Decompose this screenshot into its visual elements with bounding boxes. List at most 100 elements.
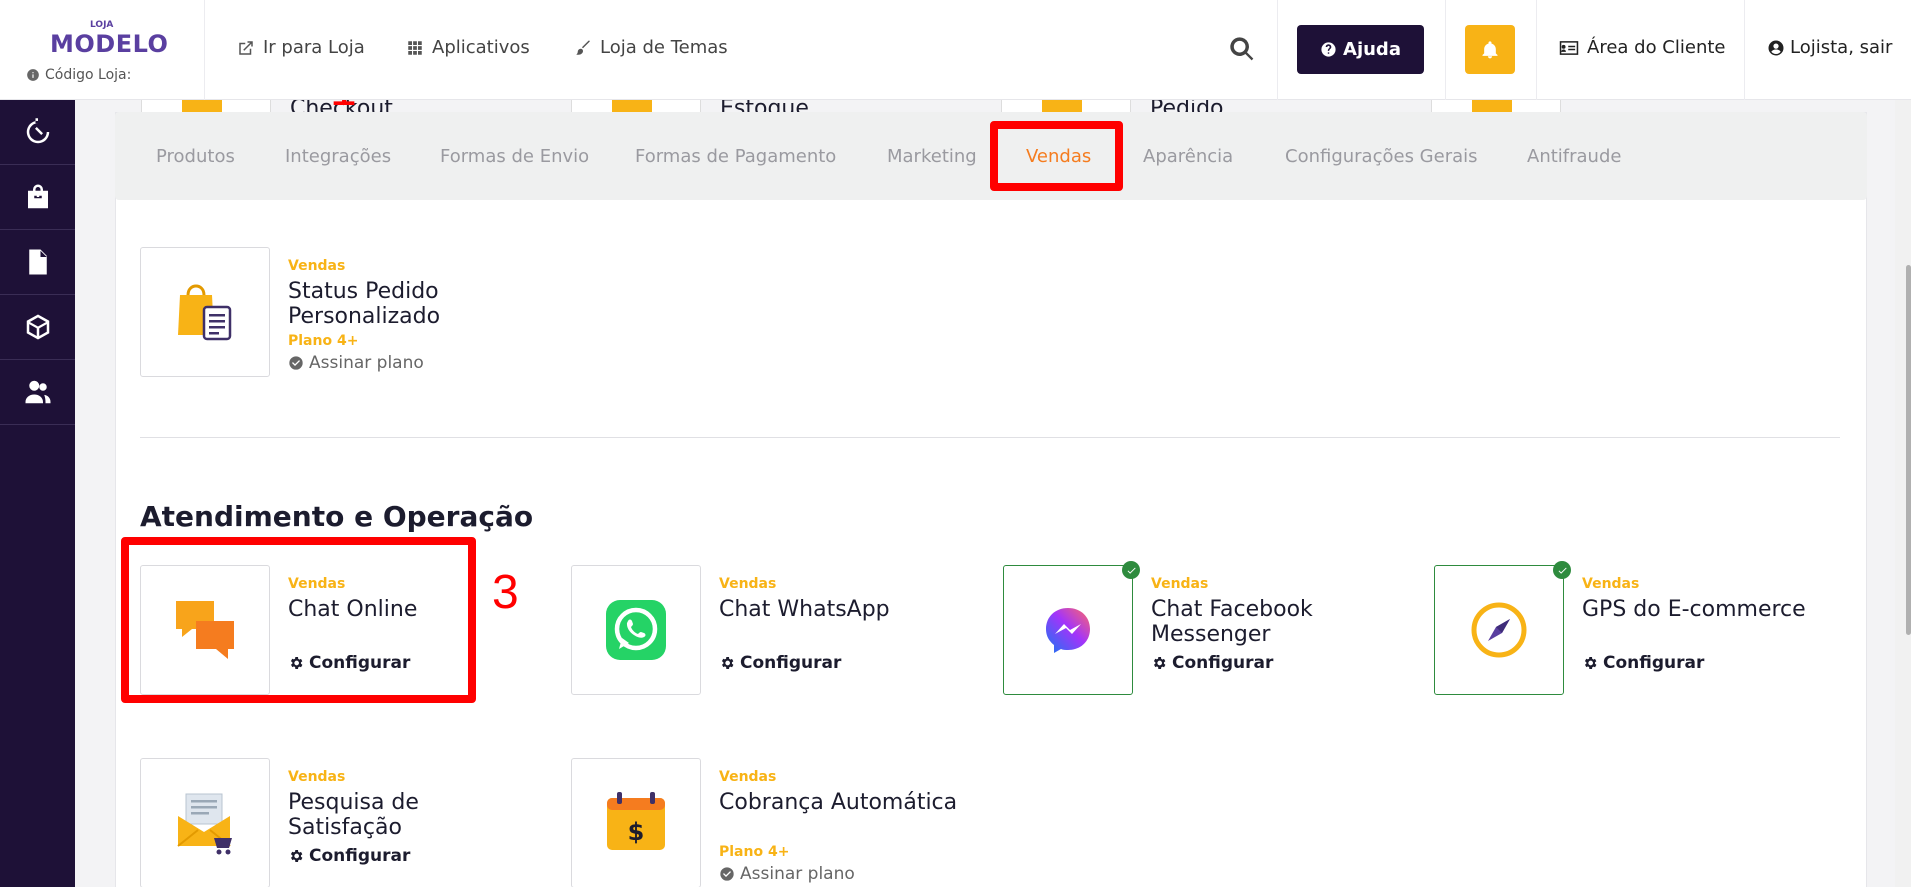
gear-icon <box>721 657 734 669</box>
app-category: Vendas <box>719 769 777 785</box>
subscribe-plan-label: Assinar plano <box>309 353 424 373</box>
go-to-store-link[interactable]: Ir para Loja <box>237 37 365 58</box>
logout-label: Lojista, sair <box>1790 37 1893 58</box>
app-category: Vendas <box>719 576 777 592</box>
document-icon <box>28 249 47 275</box>
app-thumb[interactable] <box>140 758 270 887</box>
configure-label: Configurar <box>1603 653 1705 673</box>
configure-label: Configurar <box>1172 653 1274 673</box>
users-icon <box>25 380 50 404</box>
check-circle-icon <box>289 356 303 370</box>
paintbrush-icon <box>576 40 590 55</box>
gear-icon <box>1153 657 1166 669</box>
app-plan: Plano 4+ <box>719 844 790 860</box>
compass-icon <box>1471 602 1527 658</box>
check-icon <box>1127 567 1136 574</box>
store-code-label: Código Loja: <box>45 67 132 83</box>
notifications-button[interactable] <box>1465 25 1515 74</box>
scrollbar-thumb[interactable] <box>1906 265 1911 635</box>
check-circle-icon <box>720 867 734 881</box>
subscribe-plan-link[interactable]: Assinar plano <box>719 864 855 884</box>
header-separator <box>1445 0 1446 100</box>
app-thumb[interactable] <box>571 565 701 695</box>
subscribe-plan-link[interactable]: Assinar plano <box>288 353 424 373</box>
tab-antifraude[interactable]: Antifraude <box>1527 146 1621 167</box>
app-thumb[interactable] <box>140 247 270 377</box>
app-name: Cobrança Automática <box>719 790 958 815</box>
app-thumb[interactable] <box>1003 565 1133 695</box>
tab-marketing[interactable]: Marketing <box>887 146 977 167</box>
sidebar-item-products[interactable] <box>0 295 75 360</box>
left-sidebar <box>0 100 75 887</box>
subscribe-plan-label: Assinar plano <box>740 864 855 884</box>
annotation-number: 3 <box>492 566 519 619</box>
app-card-pesquisa-satisfacao: Vendas Pesquisa de Satisfação Configurar <box>140 758 560 887</box>
tab-configuracoes-gerais[interactable]: Configurações Gerais <box>1285 146 1478 167</box>
logo-block[interactable]: LOJA MODELO Código Loja: <box>0 0 205 100</box>
shopping-bag-list-icon <box>178 284 232 341</box>
app-thumb[interactable] <box>1434 565 1564 695</box>
app-name: Chat Facebook Messenger <box>1151 597 1313 647</box>
box-icon <box>26 314 49 340</box>
shopping-bag-icon <box>27 184 48 209</box>
app-category: Vendas <box>288 258 346 274</box>
logout-link[interactable]: Lojista, sair <box>1767 37 1892 58</box>
configure-button[interactable]: Configurar <box>1151 653 1273 673</box>
help-label: Ajuda <box>1343 39 1401 60</box>
question-circle-icon <box>1321 42 1336 57</box>
tab-produtos[interactable]: Produtos <box>156 146 235 167</box>
tab-formas-de-pagamento[interactable]: Formas de Pagamento <box>635 146 836 167</box>
enabled-badge <box>1122 561 1140 579</box>
configure-label: Configurar <box>740 653 842 673</box>
annotation-box-vendas-tab <box>990 121 1123 191</box>
search-icon <box>1230 37 1254 61</box>
app-card-gps-ecommerce: Vendas GPS do E-commerce Configurar <box>1434 561 1854 695</box>
app-category: Vendas <box>288 769 346 785</box>
grid-icon <box>408 40 422 55</box>
whatsapp-icon <box>606 600 666 660</box>
configure-button[interactable]: Configurar <box>719 653 841 673</box>
section-title: Atendimento e Operação <box>140 500 534 533</box>
sidebar-item-orders[interactable] <box>0 165 75 230</box>
section-divider <box>140 437 1840 438</box>
app-card-chat-whatsapp: Vendas Chat WhatsApp Configurar <box>571 565 991 695</box>
id-card-icon <box>1559 40 1579 55</box>
logo-small-text: LOJA <box>90 20 114 30</box>
bell-icon <box>1482 40 1498 58</box>
sidebar-item-documents[interactable] <box>0 230 75 295</box>
configure-button[interactable]: Configurar <box>1582 653 1704 673</box>
store-code: Código Loja: <box>26 67 131 83</box>
gear-icon <box>290 850 303 862</box>
tab-aparencia[interactable]: Aparência <box>1143 146 1233 167</box>
logo-text: MODELO <box>50 30 169 58</box>
tab-integracoes[interactable]: Integrações <box>285 146 391 167</box>
envelope-cart-icon <box>177 793 232 855</box>
header-separator <box>1744 0 1745 100</box>
apps-label: Aplicativos <box>432 37 530 58</box>
tab-formas-de-envio[interactable]: Formas de Envio <box>440 146 589 167</box>
check-icon <box>1558 567 1567 574</box>
user-circle-icon <box>1768 40 1784 55</box>
search-button[interactable] <box>1228 35 1258 65</box>
theme-store-link[interactable]: Loja de Temas <box>574 37 728 58</box>
app-thumb[interactable]: $ <box>571 758 701 887</box>
app-card-chat-facebook: Vendas Chat Facebook Messenger Configura… <box>1003 561 1423 695</box>
app-plan: Plano 4+ <box>288 333 359 349</box>
client-area-link[interactable]: Área do Cliente <box>1559 37 1726 58</box>
sidebar-item-dashboard[interactable] <box>0 100 75 165</box>
enabled-badge <box>1553 561 1571 579</box>
app-category: Vendas <box>1582 576 1640 592</box>
annotation-box-chat-online <box>121 537 476 703</box>
external-link-icon <box>239 40 253 55</box>
app-name: Pesquisa de Satisfação <box>288 790 419 840</box>
app-name: Status Pedido Personalizado <box>288 279 441 329</box>
sidebar-item-customers[interactable] <box>0 360 75 425</box>
help-button[interactable]: Ajuda <box>1297 25 1424 74</box>
timer-icon <box>26 118 49 144</box>
app-card-status-pedido: Vendas Status Pedido Personalizado Plano… <box>140 247 560 377</box>
configure-button[interactable]: Configurar <box>288 846 410 866</box>
app-name: Chat WhatsApp <box>719 597 890 622</box>
gear-icon <box>1584 657 1597 669</box>
messenger-icon <box>1046 608 1090 653</box>
apps-link[interactable]: Aplicativos <box>406 37 530 58</box>
